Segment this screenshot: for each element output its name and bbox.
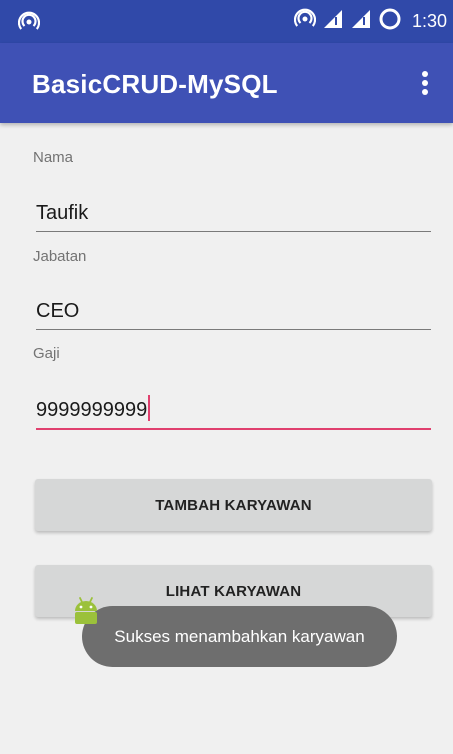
android-icon: [71, 596, 101, 631]
tambah-karyawan-button[interactable]: TAMBAH KARYAWAN: [35, 479, 432, 531]
status-bar: 1:30: [0, 0, 453, 43]
nama-field[interactable]: Taufik: [36, 192, 431, 232]
status-time: 1:30: [411, 10, 447, 31]
gaji-field[interactable]: 9999999999: [36, 390, 431, 430]
nama-label: Nama: [33, 149, 74, 166]
text-cursor: [148, 395, 151, 421]
jabatan-field[interactable]: CEO: [36, 290, 431, 330]
toast: Sukses menambahkan karyawan: [82, 606, 397, 667]
toast-message: Sukses menambahkan karyawan: [114, 626, 365, 646]
signal-icon: [322, 8, 344, 35]
gaji-value: 9999999999: [36, 399, 148, 421]
app-title: BasicCRUD-MySQL: [32, 69, 278, 99]
jabatan-value: CEO: [36, 300, 80, 322]
nama-value: Taufik: [36, 202, 89, 224]
cast-icon: [293, 8, 317, 35]
more-vert-icon[interactable]: [415, 67, 435, 99]
jabatan-label: Jabatan: [33, 248, 87, 265]
app-bar: BasicCRUD-MySQL: [0, 43, 453, 123]
cast-icon: [17, 11, 41, 38]
gaji-label: Gaji: [33, 345, 60, 362]
data-saver-icon: [378, 7, 402, 36]
signal-icon: [350, 8, 372, 35]
